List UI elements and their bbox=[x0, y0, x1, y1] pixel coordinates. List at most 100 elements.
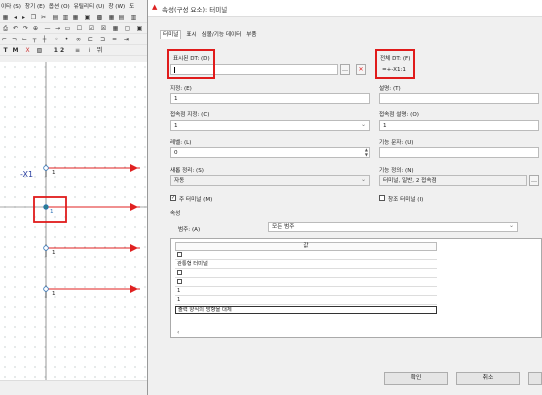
cross-icon[interactable]: ☒ bbox=[100, 25, 107, 32]
new-sort-select[interactable]: 자동 ⌄ bbox=[170, 175, 370, 186]
tool-icon[interactable]: 뛰 bbox=[96, 47, 103, 54]
description-label: 설명: (T) bbox=[379, 86, 401, 92]
table-row[interactable] bbox=[175, 252, 437, 260]
description-input[interactable] bbox=[379, 93, 539, 104]
menu-bar: 이타 (S) 창기 (E) 옵션 (O) 유틸리티 (U) 창 (W) 도 bbox=[0, 0, 148, 12]
corner-icon[interactable]: ⌙ bbox=[21, 36, 28, 43]
function-text-input[interactable] bbox=[379, 147, 539, 158]
text-tool-icon[interactable]: T bbox=[2, 47, 9, 54]
cut-icon[interactable]: ✂ bbox=[40, 14, 47, 21]
grid-icon[interactable]: ▤ bbox=[52, 14, 59, 21]
row-checkbox[interactable] bbox=[177, 252, 182, 257]
properties-table[interactable]: 값 관통형 터미널 1 1 출력 양식의 방향을 대체 ‹ bbox=[170, 238, 542, 338]
grid-icon[interactable]: ▦ bbox=[108, 14, 115, 21]
grid-icon[interactable]: ▥ bbox=[62, 14, 69, 21]
tab-parts[interactable]: 부품 bbox=[246, 32, 256, 38]
copy-icon[interactable]: ❐ bbox=[30, 14, 37, 21]
grid-icon[interactable]: ▦ bbox=[112, 25, 119, 32]
browse-button[interactable]: … bbox=[340, 64, 350, 75]
list-icon[interactable]: ≡ bbox=[74, 47, 81, 54]
table-icon[interactable]: ▣ bbox=[84, 14, 91, 21]
arrow-icon[interactable]: ⇥ bbox=[123, 36, 130, 43]
category-select[interactable]: 모든 범주 ⌄ bbox=[268, 222, 518, 232]
tee-icon[interactable]: ┬ bbox=[31, 36, 38, 43]
designation-input[interactable]: 1 bbox=[170, 93, 370, 104]
table-row[interactable]: 출력 양식의 방향을 대체 bbox=[175, 306, 437, 314]
dialog-title: 속성(구성 요소): 터미널 bbox=[162, 6, 228, 14]
table-row[interactable] bbox=[175, 270, 437, 278]
function-def-browse-button[interactable]: … bbox=[529, 175, 539, 186]
redo-icon[interactable]: ↷ bbox=[22, 25, 29, 32]
image-icon[interactable]: ▧ bbox=[36, 47, 43, 54]
table-row[interactable]: 관통형 터미널 bbox=[175, 261, 437, 269]
menu-item[interactable]: 이타 (S) bbox=[0, 0, 22, 10]
scroll-left-icon[interactable]: ‹ bbox=[177, 329, 179, 336]
main-terminal-checkbox[interactable]: ✓ bbox=[170, 195, 176, 201]
grid-icon[interactable]: ▤ bbox=[118, 14, 125, 21]
terminal-pin bbox=[43, 204, 49, 210]
box-icon[interactable]: ▣ bbox=[136, 25, 143, 32]
row-checkbox[interactable] bbox=[177, 270, 182, 275]
wire-icon[interactable]: ¬ bbox=[11, 36, 18, 43]
print-icon[interactable]: ⎙ bbox=[2, 25, 9, 32]
terminal-pin bbox=[43, 165, 49, 171]
undo-icon[interactable]: ↶ bbox=[12, 25, 19, 32]
apply-button[interactable] bbox=[528, 372, 542, 385]
wire-icon[interactable]: ⌐ bbox=[1, 36, 8, 43]
pin-icon[interactable]: • bbox=[63, 36, 70, 43]
zoom-icon[interactable]: ⊕ bbox=[32, 25, 39, 32]
cancel-button[interactable]: 취소 bbox=[456, 372, 520, 385]
macro-tool-icon[interactable]: M bbox=[12, 47, 19, 54]
menu-item[interactable]: 창 (W) bbox=[107, 0, 126, 10]
box-icon[interactable]: ▢ bbox=[124, 25, 131, 32]
bus-icon[interactable]: ═ bbox=[111, 36, 118, 43]
menu-item[interactable]: 옵션 (O) bbox=[48, 0, 71, 10]
plug-icon[interactable]: ⊏ bbox=[87, 36, 94, 43]
numbering-tool[interactable]: 1 2 bbox=[50, 47, 68, 54]
grid-icon[interactable]: ▥ bbox=[130, 14, 137, 21]
new-sort-value: 자동 bbox=[174, 178, 185, 184]
warning-icon: ▲ bbox=[152, 3, 158, 11]
row-checkbox[interactable] bbox=[177, 279, 182, 284]
pin-icon[interactable]: ◦ bbox=[53, 36, 60, 43]
check-icon[interactable]: ☑ bbox=[88, 25, 95, 32]
table-header-value: 값 bbox=[175, 242, 437, 251]
table-row[interactable]: 1 bbox=[175, 297, 437, 305]
menu-item[interactable]: 도 bbox=[128, 0, 135, 10]
connection-description-input[interactable]: 1 bbox=[379, 120, 539, 131]
plug-icon[interactable]: ⊐ bbox=[99, 36, 106, 43]
menu-item[interactable]: 창기 (E) bbox=[24, 0, 46, 10]
spin-down-icon[interactable]: ▼ bbox=[365, 153, 368, 157]
link-icon[interactable]: ∞ bbox=[75, 36, 82, 43]
table-row[interactable]: 1 bbox=[175, 288, 437, 296]
pin-label: 1 bbox=[52, 170, 56, 176]
wire-arrow bbox=[130, 164, 138, 172]
box-icon[interactable]: ☐ bbox=[76, 25, 83, 32]
tab-symbol-function-data[interactable]: 심볼/기능 데이터 bbox=[202, 32, 242, 38]
connection-designation-select[interactable]: 1 ⌄ bbox=[170, 120, 370, 131]
dialog-title-bar[interactable]: ▲ 속성(구성 요소): 터미널 bbox=[148, 0, 542, 17]
spare-terminal-checkbox[interactable] bbox=[379, 195, 385, 201]
function-def-field: 터미널, 일반, 2 접속점 bbox=[379, 175, 527, 186]
layout-icon[interactable]: ▦ bbox=[2, 14, 9, 21]
table-row[interactable] bbox=[175, 279, 437, 287]
menu-item[interactable]: 유틸리티 (U) bbox=[73, 0, 106, 10]
arrow-left-icon[interactable]: ◂ bbox=[12, 14, 19, 21]
level-spinner[interactable]: 0 ▲ ▼ bbox=[170, 147, 370, 158]
connect-icon[interactable]: ┼ bbox=[41, 36, 48, 43]
arrow-right-icon[interactable]: ▸ bbox=[20, 14, 27, 21]
grid-icon[interactable]: ▦ bbox=[72, 14, 79, 21]
clear-button[interactable]: ✕ bbox=[356, 64, 366, 75]
ok-button[interactable]: 확인 bbox=[384, 372, 448, 385]
arrow-icon[interactable]: → bbox=[54, 25, 61, 32]
status-bar bbox=[0, 380, 148, 395]
table-icon[interactable]: ▩ bbox=[96, 14, 103, 21]
schematic-canvas[interactable]: -X1 1 1 1 1 bbox=[0, 62, 148, 380]
tab-display[interactable]: 표시 bbox=[186, 32, 196, 38]
dots-icon[interactable]: ⁞ bbox=[86, 47, 93, 54]
rect-icon[interactable]: ▭ bbox=[64, 25, 71, 32]
line-icon[interactable]: — bbox=[44, 25, 51, 32]
delete-icon[interactable]: X bbox=[24, 47, 31, 54]
tab-terminal[interactable]: 터미널 bbox=[160, 30, 182, 39]
designation-value: 1 bbox=[174, 96, 178, 102]
